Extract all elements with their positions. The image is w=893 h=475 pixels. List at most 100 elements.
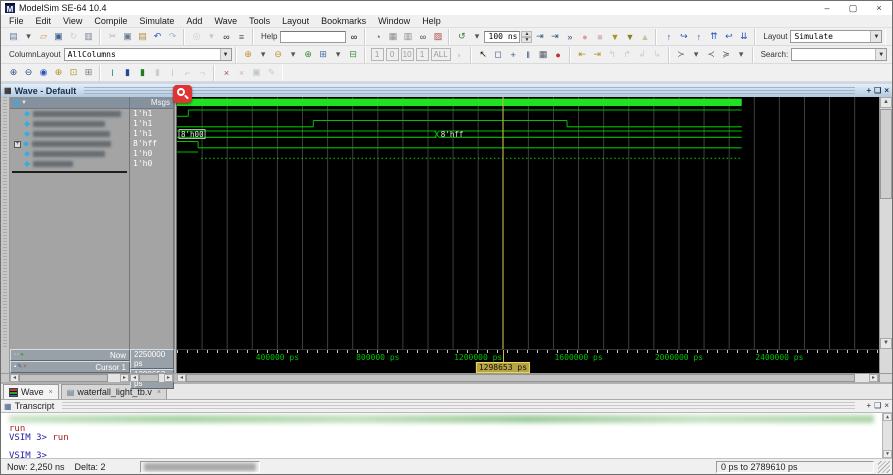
scroll-up-icon[interactable]: ▲ (883, 413, 892, 421)
find-icon[interactable]: ∞ (220, 30, 233, 44)
rise-edge-icon[interactable]: ⌐ (181, 66, 194, 80)
objects-find-icon[interactable]: ∞ (416, 30, 429, 44)
remove-signal-icon[interactable]: ⊖ (272, 48, 285, 62)
paste-icon[interactable]: ▤ (136, 30, 149, 44)
search-select[interactable]: ▼ (791, 48, 887, 61)
insert-cursor-icon[interactable]: ≻ (675, 48, 688, 62)
pan-mode-icon[interactable]: + (507, 48, 520, 62)
add-dropdown-icon[interactable]: ▾ (257, 48, 270, 62)
menu-wave[interactable]: Wave (208, 16, 243, 26)
signal-row-2[interactable]: ◆ (10, 129, 129, 139)
scroll-down-icon[interactable]: ▼ (883, 450, 892, 458)
columnlayout-select[interactable]: AllColumns ▼ (64, 48, 232, 61)
open-folder-icon[interactable]: ▱ (37, 30, 50, 44)
delete-cursor-icon[interactable]: ≺ (705, 48, 718, 62)
run-length-spinner[interactable]: ▲▼ (521, 31, 532, 43)
lock-icon[interactable]: ▪ (14, 363, 16, 371)
cursor1-cell[interactable]: ▪✎× Cursor 1 (10, 361, 130, 373)
stoplight-icon[interactable]: ● (552, 48, 565, 62)
restart-icon[interactable]: ↺ (455, 30, 468, 44)
help-search-icon[interactable]: ∞ (347, 30, 360, 44)
values-hscrollbar[interactable]: ◂ ▸ (130, 374, 174, 382)
redo-icon[interactable]: ↷ (166, 30, 179, 44)
delete-left-icon[interactable]: × (220, 66, 233, 80)
undo-icon[interactable]: ↶ (151, 30, 164, 44)
delete-right-icon[interactable]: × (235, 66, 248, 80)
signal-row-5[interactable]: ◆ (10, 159, 129, 169)
menu-view[interactable]: View (57, 16, 88, 26)
zoom-mode-icon[interactable]: ◻ (492, 48, 505, 62)
scroll-down-icon[interactable]: ▼ (880, 338, 892, 349)
wave-titlebar[interactable]: ▦ Wave - Default + ❑ × (1, 84, 892, 97)
step-current-icon[interactable]: ↑ (692, 30, 705, 44)
ibeam-gray-icon[interactable]: I (166, 66, 179, 80)
search-down-icon[interactable]: ∞ (888, 48, 893, 62)
menu-compile[interactable]: Compile (88, 16, 133, 26)
menu-tools[interactable]: Tools (243, 16, 276, 26)
pattern-mode-icon[interactable]: ▦ (537, 48, 550, 62)
menu-add[interactable]: Add (180, 16, 208, 26)
force-1-button-3[interactable]: 1 (416, 48, 429, 61)
scroll-right-icon[interactable]: ▸ (120, 374, 129, 382)
wave-maximize-button[interactable]: ❑ (874, 85, 881, 97)
force-all-button[interactable]: ALL (431, 48, 451, 61)
force-0-button-1[interactable]: 0 (386, 48, 399, 61)
ibeam-icon[interactable]: I (106, 66, 119, 80)
run-length-input[interactable] (484, 31, 520, 43)
wave-hscrollbar[interactable]: ◂ ▸ (177, 374, 879, 382)
wave-dock-grip[interactable] (1, 97, 10, 349)
prev-edge-icon[interactable]: ↰ (606, 48, 619, 62)
block-green-icon[interactable]: ▮ (136, 66, 149, 80)
scroll-thumb[interactable] (880, 109, 892, 199)
run-icon[interactable]: ⇥ (533, 30, 546, 44)
remove-dropdown-icon[interactable]: ▾ (287, 48, 300, 62)
link-icon[interactable]: ▫ (17, 351, 19, 359)
add-signal-icon[interactable]: ⊕ (242, 48, 255, 62)
run-continue-icon[interactable]: ⇥ (548, 30, 561, 44)
restart-dropdown-icon[interactable]: ▾ (470, 30, 483, 44)
block-blue-icon[interactable]: ▮ (121, 66, 134, 80)
select-mode-icon[interactable]: ↖ (477, 48, 490, 62)
scroll-left-icon[interactable]: ◂ (130, 374, 139, 382)
next-transition-icon[interactable]: ⇥ (591, 48, 604, 62)
close-button[interactable]: × (866, 1, 892, 15)
transcript-dock-button[interactable]: + (866, 400, 871, 412)
menu-bookmarks[interactable]: Bookmarks (315, 16, 372, 26)
recompile-dropdown-icon[interactable]: ▾ (205, 30, 218, 44)
tab-close-icon[interactable]: × (49, 389, 53, 396)
minimize-button[interactable]: – (814, 1, 840, 15)
copy-icon[interactable]: ▣ (121, 30, 134, 44)
memory-icon[interactable]: ▦ (386, 30, 399, 44)
force-1-button-0[interactable]: 1 (371, 48, 384, 61)
group-signal-icon[interactable]: ⊞ (317, 48, 330, 62)
scroll-left-icon[interactable]: ◂ (10, 374, 19, 382)
insert-dropdown-icon[interactable]: ▾ (690, 48, 703, 62)
step-up-icon[interactable]: ↑ (662, 30, 675, 44)
save-icon[interactable]: ▣ (52, 30, 65, 44)
break-red-icon[interactable]: ▨ (431, 30, 444, 44)
menu-help[interactable]: Help (416, 16, 447, 26)
next-edge-icon[interactable]: ↱ (621, 48, 634, 62)
signal-row-4[interactable]: ◆ (10, 149, 129, 159)
add-cursor-dot-icon[interactable]: ● (20, 351, 24, 359)
signal-row-1[interactable]: ◆ (10, 119, 129, 129)
fall-edge-icon[interactable]: ¬ (196, 66, 209, 80)
menu-simulate[interactable]: Simulate (133, 16, 180, 26)
waveform-canvas[interactable]: 8'h008'hff (177, 97, 879, 349)
menu-file[interactable]: File (3, 16, 30, 26)
cursor-time-flag[interactable]: 1298653 ps (476, 362, 530, 373)
lock-dropdown-icon[interactable]: ▾ (735, 48, 748, 62)
menu-window[interactable]: Window (372, 16, 416, 26)
zoom-cursor-icon[interactable]: ⊕ (52, 66, 65, 80)
step-out-icon[interactable]: ▲ (638, 30, 651, 44)
wave-close-button[interactable]: × (884, 85, 889, 97)
maximize-button[interactable]: ▢ (840, 1, 866, 15)
stop-icon[interactable]: ■ (593, 30, 606, 44)
step-into-icon[interactable]: ▼ (608, 30, 621, 44)
next-fall-icon[interactable]: ↳ (651, 48, 664, 62)
wave-vertical-scrollbar[interactable]: ▲ ▼ (879, 97, 892, 349)
values-header[interactable]: Msgs (130, 97, 173, 109)
edit-signal-icon[interactable]: ⊕ (302, 48, 315, 62)
transcript-maximize-button[interactable]: ❑ (874, 400, 881, 412)
menu-layout[interactable]: Layout (276, 16, 315, 26)
